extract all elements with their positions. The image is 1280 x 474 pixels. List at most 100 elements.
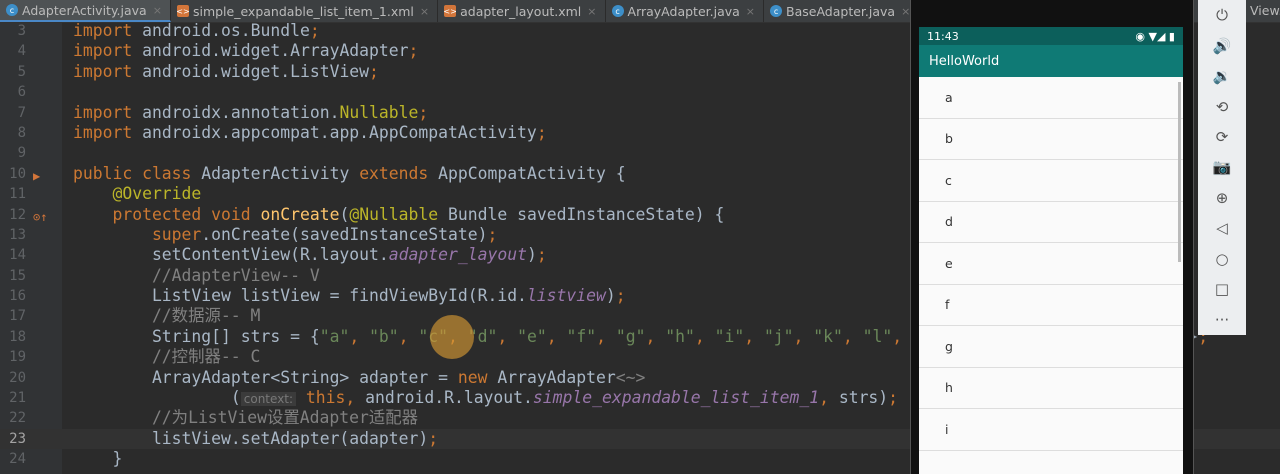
list-item[interactable]: b <box>919 119 1183 160</box>
code-text: import android.widget.ArrayAdapter; <box>73 41 418 61</box>
code-token: ; <box>428 428 439 448</box>
code-text: ArrayAdapter<String> adapter = new Array… <box>73 368 645 388</box>
code-token: import <box>73 61 143 81</box>
list-item[interactable]: d <box>919 202 1183 243</box>
close-icon[interactable]: × <box>420 5 429 18</box>
tab-baseadapter-java[interactable]: c BaseAdapter.java × <box>764 0 920 22</box>
code-token: , <box>645 326 666 346</box>
code-token: ; <box>487 224 498 244</box>
class-file-icon: c <box>611 5 624 17</box>
code-token: , <box>819 388 839 408</box>
code-token: <~> <box>615 367 646 387</box>
code-token: , <box>345 388 366 408</box>
more-icon[interactable]: ··· <box>1198 305 1246 335</box>
code-token: , <box>497 326 518 346</box>
emulator-frame: 11:43 ◉ ▼◢ ▮ HelloWorld abcdefghi <box>910 0 1194 474</box>
scrollbar[interactable] <box>1178 82 1181 262</box>
code-token: @Override <box>73 184 202 204</box>
tab-adapter-layout-xml[interactable]: <> adapter_layout.xml × <box>438 0 606 22</box>
code-token: ; <box>309 21 320 40</box>
back-icon[interactable]: ◁ <box>1198 213 1246 243</box>
power-icon[interactable]: ⏻ <box>1198 0 1246 30</box>
code-token: //AdapterView-- V <box>73 265 320 285</box>
code-token: ; <box>418 102 429 122</box>
code-token: ; <box>369 61 379 81</box>
code-text: import android.widget.ListView; <box>73 62 379 82</box>
line-number: 17 <box>9 308 26 325</box>
close-icon[interactable]: × <box>901 5 910 18</box>
code-text: @Override <box>73 184 201 204</box>
close-icon[interactable]: × <box>153 4 162 17</box>
line-number: 4 <box>17 43 26 60</box>
volume-up-icon[interactable]: 🔊 <box>1198 30 1246 60</box>
code-token: "k" <box>813 326 843 346</box>
override-icon[interactable]: ⊙↑ <box>33 207 47 227</box>
phone-screen: 11:43 ◉ ▼◢ ▮ HelloWorld abcdefghi <box>919 27 1183 474</box>
tab-simple-expandable-list-item-1-xml[interactable]: <> simple_expandable_list_item_1.xml × <box>171 0 439 22</box>
code-token: //为ListView设置Adapter适配器 <box>73 408 419 428</box>
list-item[interactable]: f <box>919 285 1183 326</box>
list-item[interactable]: h <box>919 368 1183 409</box>
list-view[interactable]: abcdefghi <box>919 77 1183 451</box>
xml-file-icon: <> <box>176 5 190 17</box>
code-token: "e" <box>517 326 547 346</box>
code-token: androidx.appcompat.app.AppCompatActivity <box>142 122 537 142</box>
code-token: listview <box>526 286 606 306</box>
tab-adapteractivity-java[interactable]: c AdapterActivity.java × <box>0 0 171 22</box>
line-number: 10 <box>9 165 26 182</box>
tab-fragment[interactable]: View.ja <box>1250 3 1280 18</box>
run-class-icon[interactable]: ▶ <box>33 166 40 186</box>
close-icon[interactable]: × <box>746 5 755 18</box>
code-text: ListView listView = findViewById(R.id.li… <box>73 286 626 306</box>
tab-label: ArrayAdapter.java <box>627 3 740 19</box>
line-number: 3 <box>17 23 26 39</box>
code-token: listView.setAdapter(adapter) <box>73 428 429 448</box>
code-text: (context: this, android.R.layout.simple_… <box>73 388 898 409</box>
list-item[interactable]: i <box>919 409 1183 451</box>
rotate-left-icon[interactable]: ⟲ <box>1198 91 1246 121</box>
list-item[interactable]: e <box>919 243 1183 285</box>
line-number: 18 <box>9 328 26 345</box>
code-token: ListView listView = findViewById(R.id. <box>73 286 527 306</box>
camera-icon[interactable]: 📷 <box>1198 152 1246 182</box>
code-token: } <box>73 449 123 469</box>
line-number: 6 <box>17 84 26 101</box>
line-number: 19 <box>9 349 26 366</box>
code-token: "b" <box>369 326 399 346</box>
code-token: , <box>398 326 419 346</box>
code-token: ArrayAdapter <box>497 367 616 387</box>
rotate-right-icon[interactable]: ⟳ <box>1198 122 1246 152</box>
code-token: , <box>744 326 764 346</box>
home-icon[interactable]: ○ <box>1198 244 1246 274</box>
list-item[interactable]: c <box>919 160 1183 202</box>
code-token: context: <box>240 392 297 407</box>
code-token: .onCreate(savedInstanceState) <box>201 224 488 244</box>
list-item[interactable]: g <box>919 326 1183 368</box>
code-text: protected void onCreate(@Nullable Bundle… <box>73 205 724 225</box>
code-token: ; <box>536 122 547 142</box>
line-number: 5 <box>17 63 26 80</box>
line-number: 14 <box>9 247 26 264</box>
zoom-icon[interactable]: ⊕ <box>1198 183 1246 213</box>
tab-label: adapter_layout.xml <box>460 3 582 19</box>
code-text: import androidx.appcompat.app.AppCompatA… <box>73 123 547 143</box>
code-token: android.widget.ArrayAdapter <box>142 41 409 61</box>
code-token: import <box>73 122 143 142</box>
status-icons: ◉ ▼◢ ▮ <box>1135 29 1175 43</box>
code-token: , <box>349 326 370 346</box>
overview-icon[interactable]: □ <box>1198 274 1246 304</box>
code-token: , <box>694 326 715 346</box>
code-token: ( <box>339 204 350 224</box>
close-icon[interactable]: × <box>587 5 596 18</box>
code-token: androidx.annotation. <box>142 102 340 122</box>
line-number: 23 <box>9 430 26 447</box>
code-token: //数据源-- M <box>73 306 261 326</box>
code-token: setContentView(R.layout. <box>73 245 389 265</box>
volume-down-icon[interactable]: 🔉 <box>1198 61 1246 91</box>
code-text: //AdapterView-- V <box>73 266 320 286</box>
list-item[interactable]: a <box>919 77 1183 119</box>
code-token: "a" <box>319 326 350 346</box>
code-token: android.os.Bundle <box>142 21 310 40</box>
tab-arrayadapter-java[interactable]: c ArrayAdapter.java × <box>606 0 765 22</box>
line-number: 24 <box>9 451 26 468</box>
